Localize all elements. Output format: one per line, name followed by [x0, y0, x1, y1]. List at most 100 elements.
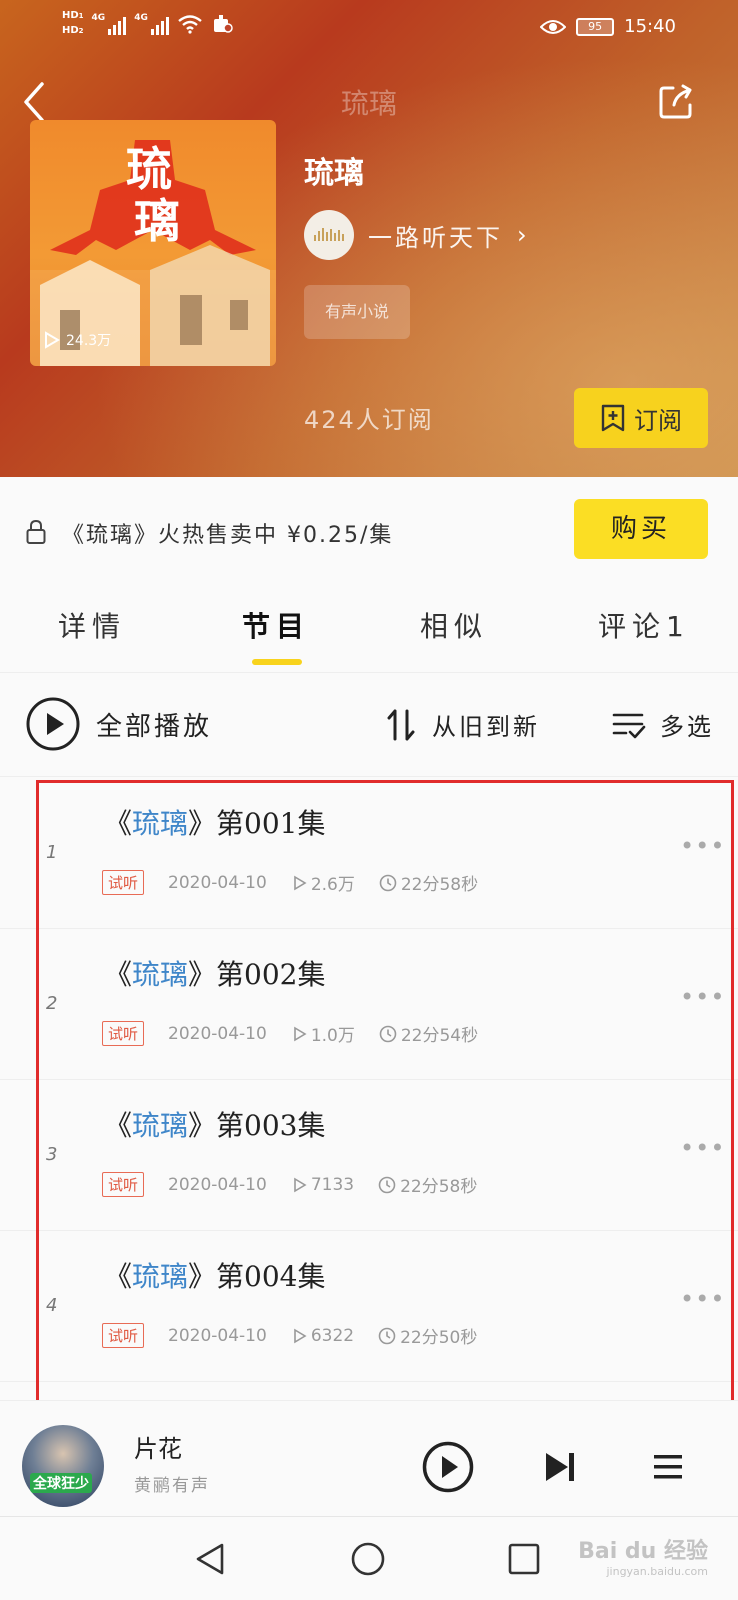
- episode-number: 3: [46, 1144, 58, 1165]
- multi-select-label: 多选: [660, 713, 714, 741]
- episode-date: 2020-04-10: [168, 1023, 267, 1044]
- system-nav-bar: Bai du 经验 jingyan.baidu.com: [0, 1516, 738, 1600]
- signal-group: HD1 HD2 4G 4G: [62, 10, 233, 37]
- episode-date: 2020-04-10: [168, 1174, 267, 1195]
- signal-icon-1: 4G: [92, 13, 127, 35]
- purchase-bar: 《琉璃》火热售卖中 ¥0.25/集 购买: [0, 477, 738, 587]
- more-icon[interactable]: •••: [680, 983, 725, 1011]
- multi-select-button[interactable]: 多选: [612, 707, 714, 742]
- episode-row[interactable]: 3 《琉璃》第003集 试听 2020-04-10 7133 22分58秒 ••…: [0, 1080, 738, 1231]
- author-link[interactable]: 一路听天下 ›: [304, 210, 527, 260]
- hd-indicator-2: HD2: [62, 25, 84, 36]
- chevron-right-icon: ›: [517, 221, 527, 249]
- episode-duration: 22分58秒: [378, 1172, 477, 1197]
- watermark: Bai du 经验 jingyan.baidu.com: [578, 1539, 708, 1578]
- sort-icon: [387, 709, 415, 740]
- hd-indicator-1: HD1: [62, 10, 84, 21]
- status-bar: HD1 HD2 4G 4G 95 15:40: [0, 0, 738, 56]
- episode-title: 《琉璃》第001集: [104, 807, 326, 840]
- clock-icon: [378, 1327, 396, 1344]
- subscriber-count: 424人订阅: [304, 406, 434, 434]
- play-icon: [294, 1177, 307, 1192]
- episode-date: 2020-04-10: [168, 872, 267, 893]
- player-title: 片花: [134, 1435, 182, 1463]
- clock-icon: [379, 874, 397, 891]
- mini-player[interactable]: 全球狂少 片花 黄鹂有声: [0, 1400, 738, 1516]
- play-all-label: 全部播放: [96, 711, 213, 742]
- more-icon[interactable]: •••: [680, 1134, 725, 1162]
- episode-meta: 试听 2020-04-10 7133 22分58秒: [102, 1172, 477, 1197]
- sort-label: 从旧到新: [432, 713, 540, 741]
- bookmark-plus-icon: [601, 404, 625, 432]
- tab-similar[interactable]: 相似: [420, 605, 488, 645]
- lock-icon: [26, 519, 46, 544]
- category-tag[interactable]: 有声小说: [304, 285, 410, 339]
- logo-icon: [314, 228, 344, 241]
- trial-badge: 试听: [102, 1172, 145, 1197]
- tab-episodes[interactable]: 节目: [242, 605, 310, 645]
- more-icon[interactable]: •••: [680, 1285, 725, 1313]
- episode-number: 2: [46, 993, 58, 1014]
- trial-badge: 试听: [102, 870, 145, 895]
- book-title: 琉璃: [304, 156, 364, 191]
- episode-title: 《琉璃》第002集: [104, 958, 326, 991]
- episode-duration: 22分54秒: [379, 1021, 478, 1046]
- episode-date: 2020-04-10: [168, 1325, 267, 1346]
- eye-comfort-icon: [540, 19, 567, 34]
- nav-home-icon[interactable]: [350, 1541, 386, 1577]
- skip-next-icon[interactable]: [542, 1449, 578, 1485]
- album-cover[interactable]: 琉 璃 24.3万: [30, 120, 276, 366]
- tab-details[interactable]: 详情: [58, 605, 126, 645]
- play-icon[interactable]: [422, 1441, 474, 1493]
- author-avatar: [304, 210, 354, 260]
- episode-plays: 1.0万: [293, 1021, 355, 1046]
- status-right: 95 15:40: [540, 16, 676, 37]
- play-count-icon: [45, 331, 60, 349]
- episode-row[interactable]: 2 《琉璃》第002集 试听 2020-04-10 1.0万 22分54秒 ••…: [0, 929, 738, 1080]
- share-icon[interactable]: [656, 82, 696, 122]
- subscribe-button[interactable]: 订阅: [574, 388, 708, 448]
- episode-title: 《琉璃》第003集: [104, 1109, 326, 1142]
- episode-row[interactable]: 1 《琉璃》第001集 试听 2020-04-10 2.6万 22分58秒 ••…: [0, 778, 738, 929]
- episode-plays: 2.6万: [293, 870, 355, 895]
- player-artwork[interactable]: 全球狂少: [22, 1425, 104, 1507]
- play-icon: [294, 1328, 307, 1343]
- nav-recents-icon[interactable]: [506, 1541, 542, 1577]
- list-toolbar: 全部播放 从旧到新 多选: [0, 673, 738, 777]
- play-circle-icon: [26, 697, 80, 751]
- episode-meta: 试听 2020-04-10 1.0万 22分54秒: [102, 1021, 478, 1046]
- buy-button[interactable]: 购买: [574, 499, 708, 559]
- trial-badge: 试听: [102, 1323, 145, 1348]
- episode-plays: 7133: [293, 1175, 354, 1195]
- cover-title: 璃: [134, 194, 180, 248]
- cover-title: 琉: [126, 142, 172, 196]
- signal-icon-2: 4G: [134, 13, 169, 35]
- nav-title: 琉璃: [340, 87, 397, 120]
- episode-row[interactable]: 4 《琉璃》第004集 试听 2020-04-10 6322 22分50秒 ••…: [0, 1231, 738, 1382]
- tab-comments[interactable]: 评论1: [598, 605, 690, 645]
- sort-button[interactable]: 从旧到新: [386, 707, 540, 742]
- episode-duration: 22分50秒: [378, 1323, 477, 1348]
- clock-icon: [378, 1176, 396, 1193]
- clock-icon: [379, 1025, 397, 1042]
- nav-back-icon[interactable]: [192, 1541, 228, 1577]
- album-header: HD1 HD2 4G 4G 95 15:40 琉璃 琉 璃 24.3万 琉璃 一…: [0, 0, 738, 477]
- wifi-icon: [178, 14, 202, 34]
- episode-meta: 试听 2020-04-10 2.6万 22分58秒: [102, 870, 478, 895]
- episode-title: 《琉璃》第004集: [104, 1260, 326, 1293]
- episode-list: 1 《琉璃》第001集 试听 2020-04-10 2.6万 22分58秒 ••…: [0, 778, 738, 1418]
- author-name: 一路听天下: [368, 223, 503, 252]
- tab-bar: 详情 节目 相似 评论1: [0, 587, 738, 673]
- trial-badge: 试听: [102, 1021, 145, 1046]
- more-icon[interactable]: •••: [680, 832, 725, 860]
- player-artist: 黄鹂有声: [134, 1476, 210, 1496]
- episode-duration: 22分58秒: [379, 870, 478, 895]
- playlist-icon[interactable]: [652, 1451, 684, 1483]
- subscribe-label: 订阅: [634, 406, 682, 435]
- episode-plays: 6322: [293, 1326, 354, 1346]
- play-all-button[interactable]: 全部播放: [26, 697, 212, 751]
- play-icon: [294, 1026, 307, 1041]
- cover-play-count: 24.3万: [44, 330, 111, 350]
- battery-icon: 95: [576, 17, 615, 36]
- artwork-label: 全球狂少: [30, 1473, 92, 1493]
